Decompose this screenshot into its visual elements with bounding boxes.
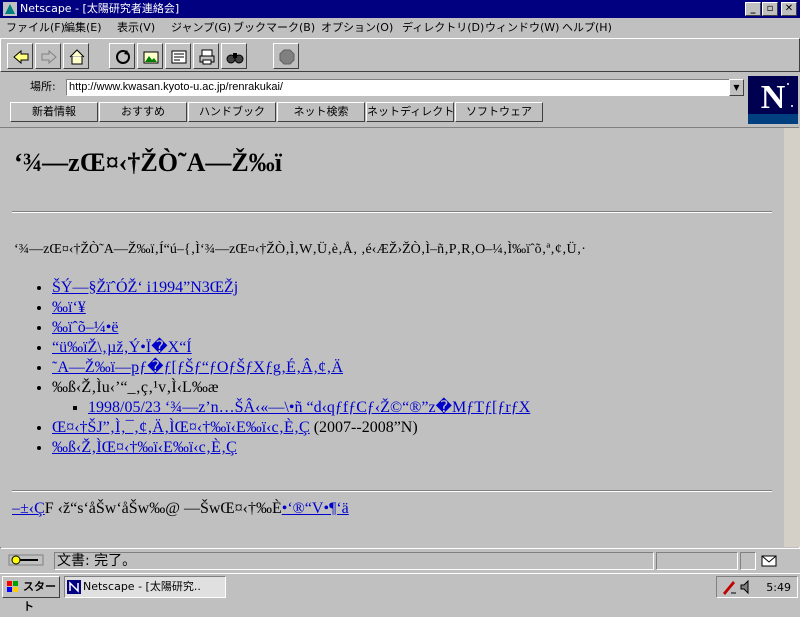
open-button[interactable] [165,43,191,69]
list-item: ‰ß‹Ž‚Ìu‹’“_‚ç‚¹v‚Ì‹L‰æ 1998/05/23 ‘¾—z’n… [52,378,530,418]
netscape-app-icon [2,1,18,17]
net-directory-button[interactable]: ネットディレクトリ [366,102,465,122]
status-cell [740,552,756,570]
taskbar-netscape-button[interactable]: Netscape - [太陽研究.. [64,576,226,598]
status-text: 文書: 完了。 [54,552,654,570]
menu-help[interactable]: ヘルプ(H) [562,20,612,36]
menu-bookmarks[interactable]: ブックマーク(B) [233,20,315,36]
clock: 5:49 [766,581,791,594]
menu-directory[interactable]: ディレクトリ(D) [402,20,484,36]
menu-window[interactable]: ウィンドウ(W) [485,20,559,36]
footer-observatory-link[interactable]: •‘®“V•¶‘ä [282,500,349,517]
page-heading: ‘¾—zŒ¤‹†ŽÒ˜A—Ž‰ï [14,148,282,177]
security-key-icon [8,552,44,568]
footer-secretariat-link[interactable]: –±‹Ç [12,500,45,517]
find-button[interactable] [221,43,247,69]
maximize-button[interactable]: ▫ [762,2,778,16]
whats-cool-button[interactable]: おすすめ [99,102,187,122]
reload-button[interactable] [109,43,135,69]
net-search-button[interactable]: ネット検索 [277,102,365,122]
home-icon [69,49,85,65]
images-icon [143,51,159,64]
forward-button[interactable] [35,43,61,69]
open-icon [171,50,187,64]
taskbar-task-label: Netscape - [太陽研究.. [83,580,201,593]
images-button[interactable] [137,43,163,69]
list-item: ŠÝ—§ŽïˆÓŽ‘ i1994”N3ŒŽj [52,278,530,298]
link-space-weather[interactable]: 1998/05/23 ‘¾—z’n…ŠÂ‹«—\•ñ “d‹qƒfƒCƒ‹Ž©“… [88,399,530,416]
divider-bottom [12,490,772,492]
list-item: ‰ß‹Ž‚ÌŒ¤‹†‰ï‹E‰ï‹c‚È‚Ç [52,438,530,458]
location-label: 場所: [30,80,56,93]
footer-text: F ‹ž“s‘åŠw‘åŠw‰@ —ŠwŒ¤‹†‰È [44,500,282,517]
forward-icon [41,49,57,65]
start-label: スタート [23,580,56,613]
list-item: “ü‰ïŽ\‚µž‚Ý•Ï�X“Í [52,338,530,358]
sub-list: 1998/05/23 ‘¾—z’n…ŠÂ‹«—\•ñ “d‹qƒfƒCƒ‹Ž©“… [52,398,530,418]
minimize-button[interactable]: _ [745,2,761,16]
software-button[interactable]: ソフトウェア [455,102,543,122]
reload-icon [116,50,130,64]
link-members[interactable]: ‰ïˆõ–¼•ë [52,319,118,336]
toolbar [0,38,800,72]
dropdown-arrow-icon: ▼ [733,83,740,92]
list-item: ‰ïˆõ–¼•ë [52,318,530,338]
link-list: ŠÝ—§ŽïˆÓŽ‘ i1994”N3ŒŽj ‰ï‘¥ ‰ïˆõ–¼•ë “ü‰… [18,278,530,458]
netscape-logo[interactable]: N [748,76,798,124]
info-item-text: ‰ß‹Ž‚Ìu‹’“_‚ç‚¹v‚Ì‹L‰æ [52,379,219,396]
find-icon [226,53,244,64]
system-tray: 5:49 [716,576,798,598]
link-meetings[interactable]: Œ¤‹†ŠJ”­‚Ì‚¯‚¢‚Ä‚ÌŒ¤‹†‰ï‹E‰ï‹c‚È‚Ç [52,419,310,436]
menu-edit[interactable]: 編集(E) [64,20,102,36]
back-icon [13,49,29,65]
netscape-task-icon [67,580,81,594]
stop-button[interactable] [273,43,299,69]
vertical-scrollbar[interactable] [784,128,800,547]
whats-new-button[interactable]: 新着情報 [10,102,98,122]
menu-bar: ファイル(F) 編集(E) 表示(V) ジャンプ(G) ブックマーク(B) オプ… [0,19,800,37]
print-button[interactable] [193,43,219,69]
home-button[interactable] [63,43,89,69]
logo-letter: N [760,79,786,116]
location-dropdown-button[interactable]: ▼ [729,79,744,96]
status-progress-cell [656,552,738,570]
link-mailing-list[interactable]: ˜A—Ž‰ï—pƒ�ƒ[ƒŠƒ“ƒOƒŠƒXƒg‚É‚Â‚¢‚Ä [52,359,343,376]
print-icon [199,49,215,65]
window-title: Netscape - [太陽研究者連絡会] [20,2,180,15]
volume-icon[interactable] [739,579,753,595]
list-item: Œ¤‹†ŠJ”­‚Ì‚¯‚¢‚Ä‚ÌŒ¤‹†‰ï‹E‰ï‹c‚È‚Ç (2007… [52,418,530,438]
footer: –±‹ÇF ‹ž“s‘åŠw‘åŠw‰@ —ŠwŒ¤‹†‰È•‘®“V•¶‘ä [12,500,349,518]
menu-options[interactable]: オプション(O) [321,20,393,36]
back-button[interactable] [7,43,33,69]
menu-go[interactable]: ジャンプ(G) [171,20,231,36]
pen-ime-icon[interactable] [721,579,737,595]
divider-top [12,211,772,213]
list-item: ‰ï‘¥ [52,298,530,318]
intro-text: ‘¾—zŒ¤‹†ŽÒ˜A—Ž‰ï‚Í“ú–{‚Ì‘¾—zŒ¤‹†ŽÒ‚Ì‚W‚Ü… [14,242,586,257]
handbook-button[interactable]: ハンドブック [188,102,276,122]
list-item: ˜A—Ž‰ï—pƒ�ƒ[ƒŠƒ“ƒOƒŠƒXƒg‚É‚Â‚¢‚Ä [52,358,530,378]
menu-view[interactable]: 表示(V) [117,20,155,36]
status-bar: 文書: 完了。 [0,549,800,571]
link-founding[interactable]: ŠÝ—§ŽïˆÓŽ‘ i1994”N3ŒŽj [52,279,238,296]
menu-file[interactable]: ファイル(F) [6,20,65,36]
location-input[interactable]: http://www.kwasan.kyoto-u.ac.jp/renrakuk… [66,79,730,96]
meetings-note: (2007--2008”N) [313,419,418,436]
stop-icon [279,49,295,65]
link-rules[interactable]: ‰ï‘¥ [52,299,86,316]
link-past-meetings[interactable]: ‰ß‹Ž‚ÌŒ¤‹†‰ï‹E‰ï‹c‚È‚Ç [52,439,237,456]
title-bar: Netscape - [太陽研究者連絡会] _ ▫ ✕ [0,0,800,18]
page-content: ‘¾—zŒ¤‹†ŽÒ˜A—Ž‰ï ‘¾—zŒ¤‹†ŽÒ˜A—Ž‰ï‚Í“ú–{‚… [0,128,784,547]
close-button[interactable]: ✕ [781,2,797,16]
taskbar: スタート Netscape - [太陽研究.. 5:49 [0,573,800,613]
windows-logo-icon [6,580,20,594]
mail-icon[interactable] [760,553,796,569]
list-item: 1998/05/23 ‘¾—z’n…ŠÂ‹«—\•ñ “d‹qƒfƒCƒ‹Ž©“… [88,398,530,418]
start-button[interactable]: スタート [2,576,60,613]
link-join[interactable]: “ü‰ïŽ\‚µž‚Ý•Ï�X“Í [52,339,192,356]
